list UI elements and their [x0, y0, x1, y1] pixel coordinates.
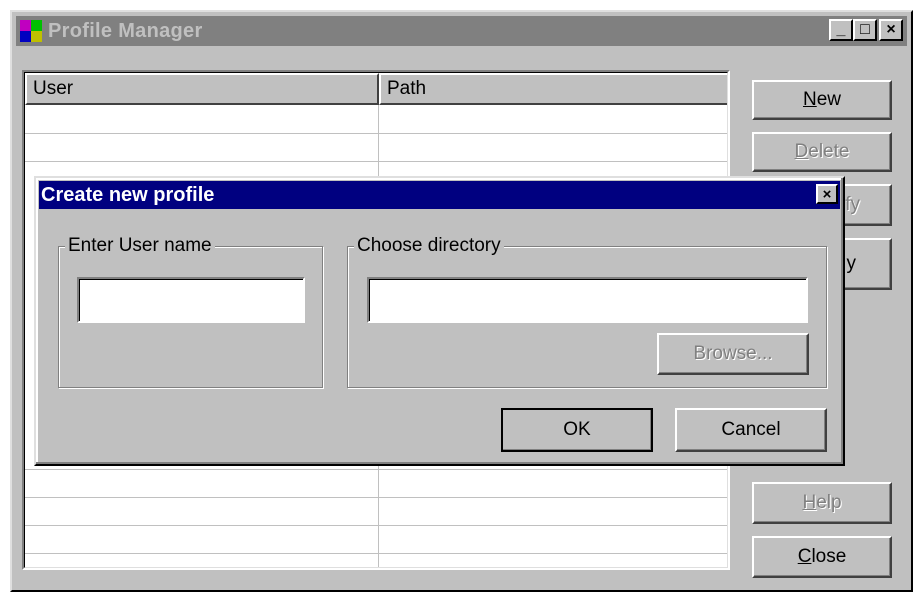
browse-button[interactable]: Browse... — [657, 333, 809, 375]
directory-group-label: Choose directory — [354, 235, 504, 257]
dialog-title: Create new profile — [41, 183, 215, 206]
table-row — [25, 497, 727, 498]
help-button[interactable]: Help — [752, 482, 892, 524]
create-profile-dialog: Create new profile × Enter User name Cho… — [34, 176, 845, 466]
ok-button[interactable]: OK — [501, 408, 653, 452]
username-input[interactable] — [77, 277, 305, 323]
directory-group: Choose directory Browse... — [347, 235, 827, 388]
column-header-path[interactable]: Path — [379, 73, 727, 105]
close-button[interactable]: Close — [752, 536, 892, 578]
dialog-title-bar[interactable]: Create new profile × — [39, 181, 840, 209]
app-icon — [20, 20, 42, 42]
table-row — [25, 161, 727, 162]
main-title-bar[interactable]: Profile Manager _ □ × — [16, 16, 907, 46]
table-row — [25, 469, 727, 470]
maximize-icon[interactable]: □ — [853, 19, 877, 41]
close-icon[interactable]: × — [879, 19, 903, 41]
dialog-close-icon[interactable]: × — [816, 184, 838, 204]
delete-button[interactable]: Delete — [752, 132, 892, 172]
table-row — [25, 553, 727, 554]
table-row — [25, 525, 727, 526]
username-group: Enter User name — [58, 235, 323, 388]
column-header-user[interactable]: User — [25, 73, 379, 105]
username-group-label: Enter User name — [65, 235, 215, 257]
table-row — [25, 133, 727, 134]
main-window-title: Profile Manager — [48, 19, 203, 42]
new-button[interactable]: New — [752, 80, 892, 120]
directory-input[interactable] — [367, 277, 808, 323]
cancel-button[interactable]: Cancel — [675, 408, 827, 452]
minimize-icon[interactable]: _ — [829, 19, 853, 41]
